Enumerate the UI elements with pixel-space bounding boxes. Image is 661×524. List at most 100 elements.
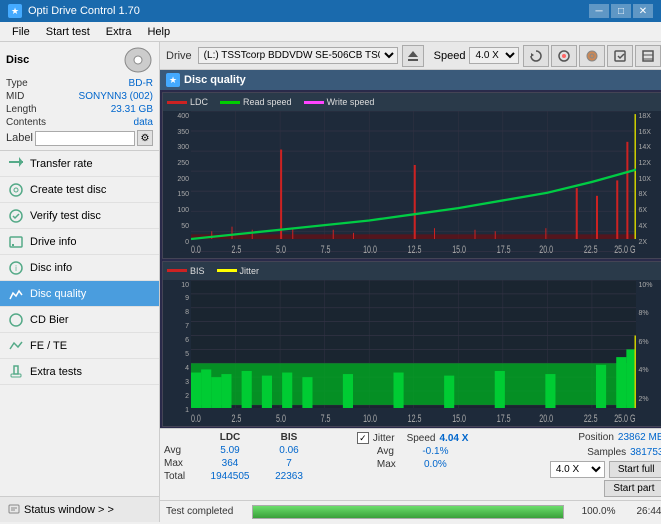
disc-contents-value: data <box>134 117 153 128</box>
sidebar-item-transfer-rate[interactable]: Transfer rate <box>0 151 159 177</box>
disc-length-row: Length 23.31 GB <box>6 104 153 115</box>
position-value: 23862 MB <box>618 432 661 443</box>
sidebar-item-drive-info[interactable]: Drive info <box>0 229 159 255</box>
minimize-button[interactable]: ─ <box>589 4 609 18</box>
speed-selector[interactable]: 4.0 X <box>469 47 519 64</box>
stats-bis-header: BIS <box>264 432 314 443</box>
sidebar-item-verify-test-disc[interactable]: Verify test disc <box>0 203 159 229</box>
stats-total-row: Total 1944505 22363 <box>164 471 353 482</box>
toolbar-btn-4[interactable] <box>607 45 633 67</box>
toolbar-btn-1[interactable] <box>523 45 549 67</box>
start-part-button[interactable]: Start part <box>604 480 661 497</box>
progress-bar-wrap <box>252 505 564 519</box>
ldc-legend-write-dot <box>304 101 324 104</box>
stats-total-label: Total <box>164 471 196 482</box>
stats-avg-row: Avg 5.09 0.06 <box>164 445 353 456</box>
sidebar-item-drive-info-label: Drive info <box>30 236 76 248</box>
ldc-chart-svg-area: 0.0 2.5 5.0 7.5 10.0 12.5 15.0 17.5 20.0… <box>191 111 636 258</box>
main-layout: Disc Type BD-R MID SONYNN3 (002) Length … <box>0 42 661 522</box>
test-speed-selector[interactable]: 4.0 X <box>550 461 605 478</box>
sidebar-item-create-test-disc-label: Create test disc <box>30 184 106 196</box>
eject-button[interactable] <box>402 45 424 67</box>
svg-text:10.0: 10.0 <box>363 412 377 424</box>
jitter-header-row: ✓ Jitter Speed 4.04 X <box>357 432 546 444</box>
svg-text:15.0: 15.0 <box>452 412 466 424</box>
sidebar-item-extra-tests-label: Extra tests <box>30 366 82 378</box>
svg-text:12.5: 12.5 <box>408 243 422 255</box>
disc-label-row: Label ⚙ <box>6 130 153 146</box>
disc-quality-title-bar: ★ Disc quality <box>160 70 661 90</box>
svg-text:15.0: 15.0 <box>452 243 466 255</box>
ldc-chart-svg: 0.0 2.5 5.0 7.5 10.0 12.5 15.0 17.5 20.0… <box>191 111 636 258</box>
drive-selector[interactable]: (L:) TSSTcorp BDDVDW SE-506CB TS02 <box>198 47 398 64</box>
menu-start-test[interactable]: Start test <box>38 24 98 40</box>
sidebar: Disc Type BD-R MID SONYNN3 (002) Length … <box>0 42 160 522</box>
sidebar-item-fe-te-label: FE / TE <box>30 340 67 352</box>
sidebar-item-disc-info[interactable]: i Disc info <box>0 255 159 281</box>
jitter-max: 0.0% <box>413 459 458 470</box>
svg-text:22.5: 22.5 <box>584 412 598 424</box>
bis-legend-bis: BIS <box>167 266 205 276</box>
fe-te-icon <box>8 338 24 354</box>
svg-text:10.0: 10.0 <box>363 243 377 255</box>
stats-bis-max: 7 <box>264 458 314 469</box>
bis-chart-svg: 0.0 2.5 5.0 7.5 10.0 12.5 15.0 17.5 20.0… <box>191 280 636 427</box>
svg-text:7.5: 7.5 <box>321 412 331 424</box>
disc-type-value: BD-R <box>129 78 153 89</box>
menu-file[interactable]: File <box>4 24 38 40</box>
progress-status: Test completed <box>166 506 246 517</box>
sidebar-item-disc-quality-label: Disc quality <box>30 288 86 300</box>
sidebar-item-fe-te[interactable]: FE / TE <box>0 333 159 359</box>
title-bar-left: ★ Opti Drive Control 1.70 <box>8 4 140 18</box>
pos-row: Position 23862 MB <box>578 432 661 443</box>
disc-header: Disc <box>6 46 153 74</box>
svg-text:22.5: 22.5 <box>584 243 598 255</box>
status-window-button[interactable]: Status window > > <box>0 496 159 522</box>
maximize-button[interactable]: □ <box>611 4 631 18</box>
sidebar-item-verify-test-disc-label: Verify test disc <box>30 210 101 222</box>
toolbar-buttons <box>523 45 661 67</box>
sidebar-item-extra-tests[interactable]: Extra tests <box>0 359 159 385</box>
start-full-button[interactable]: Start full <box>609 461 661 478</box>
ldc-chart-panel: LDC Read speed Write speed 400 <box>162 92 661 259</box>
menu-extra[interactable]: Extra <box>98 24 140 40</box>
disc-label-input[interactable] <box>35 131 135 146</box>
close-button[interactable]: ✕ <box>633 4 653 18</box>
nav-items: Transfer rate Create test disc Verify te… <box>0 151 159 496</box>
svg-text:5.0: 5.0 <box>276 412 286 424</box>
svg-text:20.0: 20.0 <box>539 243 553 255</box>
stats-ldc-header: LDC <box>200 432 260 443</box>
menu-help[interactable]: Help <box>139 24 178 40</box>
ldc-legend-read-dot <box>220 101 240 104</box>
progress-percent: 100.0% <box>570 506 615 517</box>
bis-chart-panel: BIS Jitter 10 9 8 7 6 5 <box>162 261 661 428</box>
sidebar-item-disc-quality[interactable]: Disc quality <box>0 281 159 307</box>
sidebar-item-cd-bier-label: CD Bier <box>30 314 69 326</box>
disc-label-browse-button[interactable]: ⚙ <box>137 130 153 146</box>
toolbar-btn-5[interactable] <box>635 45 661 67</box>
svg-text:2.5: 2.5 <box>231 412 241 424</box>
status-window-label: Status window > > <box>24 504 114 516</box>
speed-value-stat: 4.04 X <box>440 433 469 444</box>
disc-contents-label: Contents <box>6 117 46 128</box>
jitter-checkbox[interactable]: ✓ <box>357 432 369 444</box>
toolbar-btn-3[interactable] <box>579 45 605 67</box>
disc-quality-icon <box>8 286 24 302</box>
sidebar-item-create-test-disc[interactable]: Create test disc <box>0 177 159 203</box>
title-bar-controls: ─ □ ✕ <box>589 4 653 18</box>
verify-test-disc-icon <box>8 208 24 224</box>
progress-bar-fill <box>253 506 563 518</box>
svg-text:0.0: 0.0 <box>191 243 201 255</box>
svg-text:5.0: 5.0 <box>276 243 286 255</box>
sidebar-item-cd-bier[interactable]: CD Bier <box>0 307 159 333</box>
bis-y-axis-right: 10% 8% 6% 4% 2% <box>636 280 661 427</box>
bis-legend-jitter-dot <box>217 269 237 272</box>
stats-pos-buttons: Position 23862 MB Samples 381753 4.0 X S… <box>550 432 661 497</box>
svg-text:17.5: 17.5 <box>497 243 511 255</box>
ldc-chart-legend: LDC Read speed Write speed <box>163 93 661 111</box>
jitter-max-row: Max 0.0% <box>357 459 546 470</box>
samples-row: Samples 381753 <box>587 447 661 458</box>
toolbar-btn-2[interactable] <box>551 45 577 67</box>
stats-jitter-speed: ✓ Jitter Speed 4.04 X Avg -0.1% Max 0.0% <box>357 432 546 497</box>
drive-info-icon <box>8 234 24 250</box>
